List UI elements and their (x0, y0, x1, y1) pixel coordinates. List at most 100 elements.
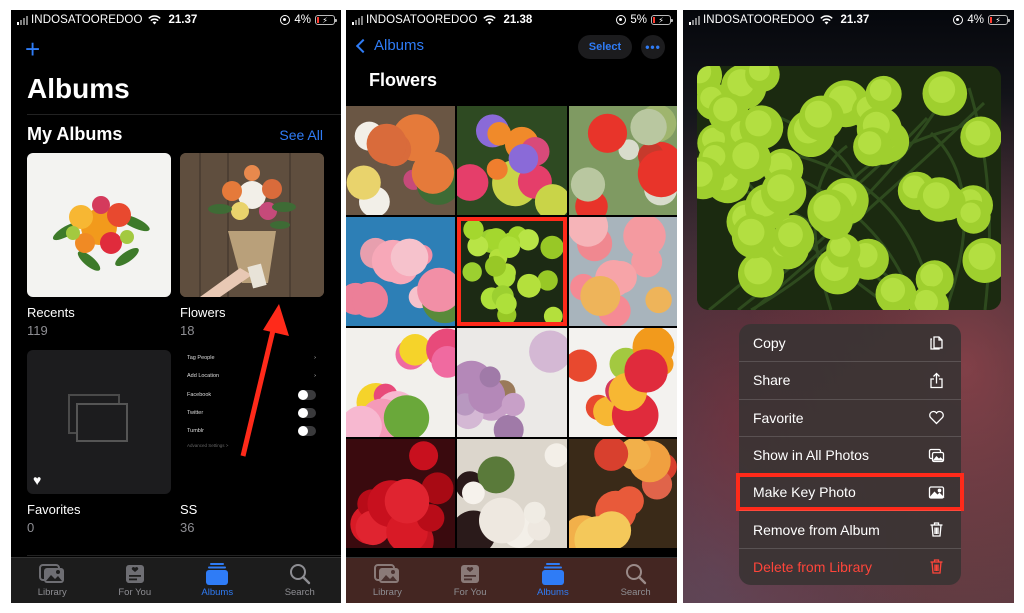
trash-icon (928, 521, 945, 538)
album-thumbnail[interactable] (27, 153, 171, 297)
menu-item-show-in-all-photos[interactable]: Show in All Photos (739, 435, 961, 473)
photo-thumbnail[interactable] (457, 217, 567, 326)
albums-icon (204, 563, 230, 585)
empty-album-icon (68, 394, 128, 442)
tab-bar: Library For You Albums Search (11, 557, 341, 603)
more-options-button[interactable]: ••• (641, 35, 665, 59)
tab-library[interactable]: Library (11, 558, 94, 603)
cellular-signal-icon (17, 15, 28, 25)
context-menu: Copy Share Favorite Show in All Photos Make … (736, 324, 964, 586)
photo-thumbnail[interactable] (346, 328, 455, 437)
menu-item-favorite[interactable]: Favorite (739, 398, 961, 436)
photo-thumbnail[interactable] (457, 106, 567, 215)
battery-charging-icon: ⚡ (315, 15, 337, 25)
tab-albums[interactable]: Albums (512, 558, 595, 603)
tab-label: Library (372, 587, 402, 598)
tab-albums[interactable]: Albums (176, 558, 259, 603)
battery-percent: 4% (294, 14, 311, 26)
back-label: Albums (374, 37, 425, 54)
menu-item-copy[interactable]: Copy (739, 324, 961, 361)
bouquet-photo (52, 196, 150, 271)
tab-label: Albums (537, 587, 569, 598)
search-icon (623, 563, 649, 585)
tab-search[interactable]: Search (594, 558, 677, 603)
tab-label: For You (453, 587, 487, 598)
battery-percent: 4% (967, 14, 984, 26)
photo-thumbnail[interactable] (569, 217, 677, 326)
see-all-link[interactable]: See All (279, 127, 323, 143)
annotation-arrow (240, 304, 289, 457)
album-recents[interactable]: Recents 119 (27, 153, 171, 338)
bouquet-photo (180, 153, 324, 297)
albums-screen: INDOSATOOREDOO 21.37 4% ⚡ + Albums My Al… (11, 10, 341, 603)
clock: 21.37 (840, 14, 870, 26)
status-bar: INDOSATOOREDOO 21.38 5% ⚡ (346, 10, 677, 30)
photo-thumbnail[interactable] (569, 328, 677, 437)
photo-grid (346, 106, 677, 548)
album-title: Flowers (369, 70, 438, 90)
menu-item-share[interactable]: Share (739, 361, 961, 398)
photo-thumbnail[interactable] (346, 439, 455, 548)
clock: 21.38 (503, 14, 533, 26)
tab-bar: Library For You Albums Search (346, 557, 677, 603)
status-bar: INDOSATOOREDOO 21.37 4% ⚡ (683, 10, 1014, 30)
photo-thumbnail[interactable] (346, 106, 455, 215)
album-name: Favorites (27, 502, 81, 517)
photo-thumbnail[interactable] (346, 217, 455, 326)
tab-search[interactable]: Search (259, 558, 342, 603)
divider (27, 114, 341, 115)
battery-percent: 5% (630, 14, 647, 26)
copy-icon (928, 334, 945, 351)
menu-item-label: Favorite (753, 409, 804, 426)
menu-item-make-key-photo[interactable]: Make Key Photo (736, 473, 964, 512)
orientation-lock-icon (280, 15, 291, 25)
menu-item-label: Make Key Photo (753, 484, 856, 501)
orientation-lock-icon (953, 15, 964, 25)
orientation-lock-icon (616, 15, 627, 25)
back-button[interactable]: Albums (354, 37, 424, 54)
photo-library-icon (39, 563, 65, 585)
photo-thumbnail[interactable] (569, 439, 677, 548)
menu-item-remove-from-album[interactable]: Remove from Album (739, 510, 961, 547)
add-album-button[interactable]: + (25, 36, 40, 62)
section-title: My Albums (27, 124, 123, 144)
albums-icon (540, 563, 566, 585)
photo-thumbnail[interactable] (457, 328, 567, 437)
status-bar: INDOSATOOREDOO 21.37 4% ⚡ (11, 10, 341, 30)
heart-icon (928, 409, 945, 426)
tab-library[interactable]: Library (346, 558, 429, 603)
carrier-name: INDOSATOOREDOO (31, 14, 143, 26)
toggle (298, 426, 316, 436)
photo-thumbnail[interactable] (457, 439, 567, 548)
cellular-signal-icon (689, 15, 700, 25)
album-thumbnail[interactable]: ♥ (27, 350, 171, 494)
for-you-icon (457, 563, 483, 585)
tab-label: Library (37, 587, 67, 598)
page-title: Albums (27, 73, 130, 104)
album-count: 36 (180, 520, 195, 535)
menu-item-label: Copy (753, 334, 786, 351)
album-count: 119 (27, 323, 48, 338)
select-button[interactable]: Select (578, 35, 632, 59)
menu-item-label: Remove from Album (753, 521, 880, 538)
tab-label: Search (620, 587, 651, 598)
photos-icon (928, 447, 945, 464)
tab-for-you[interactable]: For You (94, 558, 177, 603)
menu-item-delete-from-library[interactable]: Delete from Library (739, 547, 961, 585)
album-favorites[interactable]: ♥ Favorites 0 (27, 350, 171, 535)
battery-charging-icon: ⚡ (651, 15, 673, 25)
heart-icon: ♥ (33, 472, 42, 488)
cellular-signal-icon (352, 15, 363, 25)
toggle (298, 390, 316, 400)
photo-preview (697, 66, 1001, 310)
trash-icon (928, 558, 945, 575)
chevron-left-icon (355, 38, 371, 53)
divider (27, 555, 341, 556)
photo-thumbnail[interactable] (569, 106, 677, 215)
for-you-icon (122, 563, 148, 585)
album-name: SS (180, 502, 198, 517)
tab-label: Search (284, 587, 315, 598)
album-thumbnail[interactable] (180, 153, 324, 297)
wifi-icon (819, 15, 833, 25)
tab-for-you[interactable]: For You (429, 558, 512, 603)
